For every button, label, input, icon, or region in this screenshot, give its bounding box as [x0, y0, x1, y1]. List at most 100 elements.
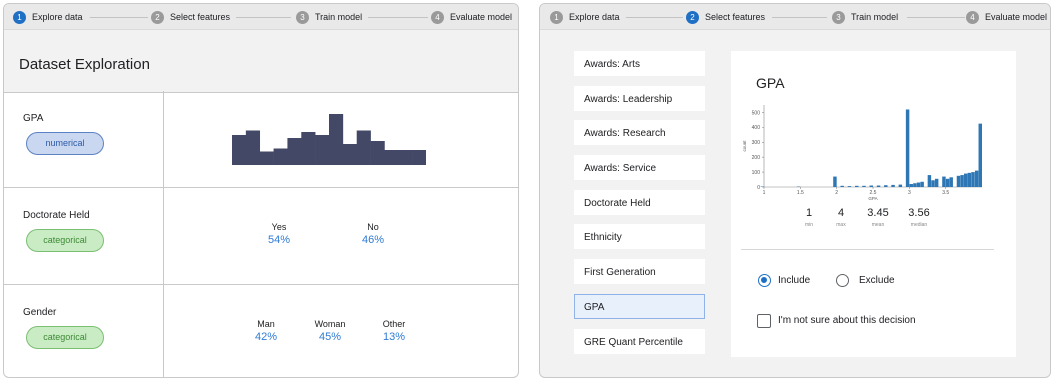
include-radio[interactable] — [758, 274, 771, 287]
dataset-header: Dataset Exploration — [4, 30, 518, 93]
histogram-bar — [342, 144, 358, 165]
x-tick-label: 1 — [763, 190, 766, 196]
chart-bar — [956, 175, 961, 187]
step-connector — [368, 17, 428, 18]
step-label: Explore data — [32, 12, 83, 22]
unsure-checkbox[interactable] — [757, 314, 771, 328]
step-number: 2 — [151, 10, 164, 24]
chart-bar — [920, 181, 924, 187]
step-explore-data[interactable]: 1 Explore data — [13, 10, 83, 24]
chart-bar — [964, 173, 968, 187]
feature-row-gpa: GPA numerical — [4, 91, 518, 188]
feature-name: GPA — [23, 113, 44, 124]
category-woman: Woman 45% — [300, 319, 360, 343]
feature-list-item[interactable]: GPA — [574, 293, 705, 319]
histogram-bar — [329, 114, 344, 165]
stat-label: mean — [871, 222, 885, 228]
chart-bar — [898, 184, 903, 187]
category-label: Woman — [314, 319, 346, 329]
chart-bar — [971, 172, 975, 187]
step-evaluate-model[interactable]: 4 Evaluate model — [431, 10, 513, 24]
category-percent: 54% — [267, 234, 291, 246]
x-axis-label: GPA — [868, 196, 877, 201]
feature-list-item[interactable]: Awards: Leadership — [574, 85, 705, 111]
step-train-model[interactable]: 3 Train model — [296, 10, 363, 24]
gpa-distribution-chart: 01002003004005001 1.5 2 2.5 3 3.5GPAcount — [742, 105, 982, 201]
step-number: 1 — [550, 10, 563, 24]
feature-list-item[interactable]: Awards: Research — [574, 120, 705, 146]
feature-name: Gender — [23, 307, 57, 318]
type-badge-categorical: categorical — [26, 326, 104, 349]
category-man: Man 42% — [236, 319, 296, 343]
feature-list-item[interactable]: First Generation — [574, 259, 705, 285]
exclude-label[interactable]: Exclude — [859, 275, 895, 286]
y-tick-label: 500 — [752, 110, 761, 116]
step-number: 2 — [686, 10, 699, 24]
histogram-bar — [412, 150, 426, 165]
histogram-bar — [398, 150, 413, 165]
category-label: Man — [257, 319, 275, 329]
feature-row-gender: Gender categorical Man 42% Woman 45% Oth… — [4, 285, 518, 377]
step-number: 4 — [966, 10, 979, 24]
feature-list-item[interactable]: Ethnicity — [574, 224, 705, 250]
y-tick-label: 100 — [752, 170, 761, 176]
chart-bar — [833, 176, 837, 187]
step-evaluate-model[interactable]: 4 Evaluate model — [966, 10, 1048, 24]
x-tick-label: 1.5 — [797, 190, 804, 196]
feature-detail-title: GPA — [756, 75, 785, 91]
chart-bar — [927, 175, 932, 187]
chart-bar — [960, 175, 964, 187]
include-label[interactable]: Include — [778, 275, 810, 286]
chart-bar — [967, 172, 972, 187]
feature-info: GPA numerical — [4, 91, 164, 187]
chart-bar — [974, 170, 979, 187]
step-number: 4 — [431, 10, 444, 24]
category-no: No 46% — [343, 222, 403, 246]
stat-mean: 3.45 mean — [858, 207, 898, 228]
y-tick-label: 200 — [752, 155, 761, 161]
histogram-bar — [315, 135, 330, 165]
step-label: Select features — [170, 12, 231, 22]
histogram-bar — [259, 151, 274, 165]
feature-name: Doctorate Held — [23, 210, 90, 221]
category-yes: Yes 54% — [249, 222, 309, 246]
page-title: Dataset Exploration — [19, 56, 150, 73]
feature-list-item[interactable]: Awards: Service — [574, 155, 705, 181]
step-connector — [626, 17, 683, 18]
step-select-features[interactable]: 2 Select features — [686, 10, 766, 24]
step-select-features[interactable]: 2 Select features — [151, 10, 231, 24]
chart-bar — [862, 185, 866, 187]
histogram-bar — [370, 141, 385, 165]
chart-bar — [840, 185, 844, 187]
chart-bar — [949, 177, 953, 187]
step-connector — [90, 17, 148, 18]
step-connector — [907, 17, 965, 18]
step-explore-data[interactable]: 1 Explore data — [550, 10, 620, 24]
feature-list-item[interactable]: GRE Quant Percentile — [574, 328, 705, 354]
chart-bar — [945, 178, 950, 187]
type-badge-categorical: categorical — [26, 229, 104, 252]
exclude-radio[interactable] — [836, 274, 849, 287]
chart-bar — [942, 176, 946, 187]
stat-label: max — [836, 222, 846, 228]
feature-info: Doctorate Held categorical — [4, 188, 164, 284]
step-label: Train model — [851, 12, 899, 22]
histogram-bar — [384, 150, 399, 165]
chart-bar — [934, 178, 939, 187]
stat-value: 4 — [837, 207, 845, 219]
feature-list-item[interactable]: Doctorate Held — [574, 189, 705, 215]
chart-bar — [978, 123, 982, 187]
chart-bar — [891, 184, 895, 187]
category-label: No — [367, 222, 379, 232]
histogram-bar — [287, 138, 302, 165]
histogram-bar — [232, 135, 247, 165]
unsure-label[interactable]: I'm not sure about this decision — [778, 315, 916, 326]
stepper: 1 Explore data 2 Select features 3 Train… — [540, 4, 1050, 30]
explore-data-panel: 1 Explore data 2 Select features 3 Train… — [3, 3, 519, 378]
step-train-model[interactable]: 3 Train model — [832, 10, 899, 24]
chart-bar — [909, 184, 913, 187]
chart-bar — [876, 185, 881, 187]
histogram-bar — [273, 148, 288, 165]
feature-list-item[interactable]: Awards: Arts — [574, 51, 705, 76]
category-other: Other 13% — [364, 319, 424, 343]
